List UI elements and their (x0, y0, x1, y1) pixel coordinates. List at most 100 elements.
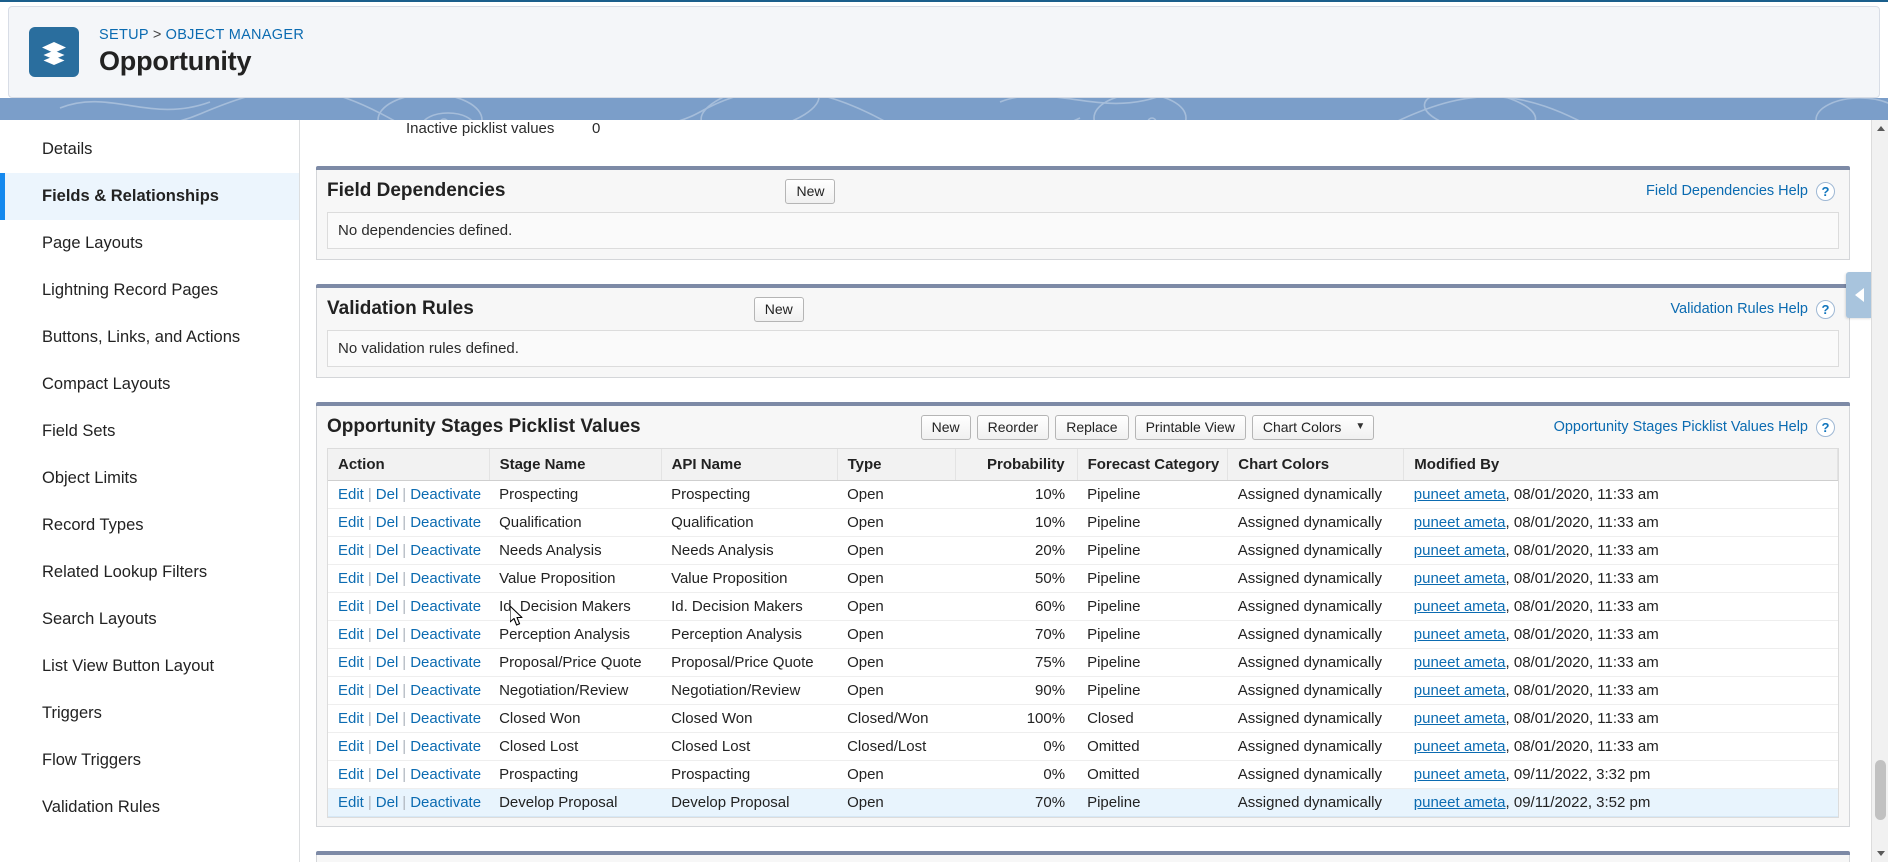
deactivate-link[interactable]: Deactivate (410, 766, 481, 783)
help-icon[interactable]: ? (1816, 417, 1835, 437)
del-link[interactable]: Del (376, 514, 399, 531)
scroll-down-button[interactable] (1872, 845, 1888, 862)
modified-by-user-link[interactable]: puneet ameta (1414, 738, 1506, 755)
sidebar-item-triggers[interactable]: Triggers (0, 690, 299, 737)
modified-by-user-link[interactable]: puneet ameta (1414, 682, 1506, 699)
edit-link[interactable]: Edit (338, 542, 364, 559)
scrollbar-thumb[interactable] (1875, 760, 1886, 820)
field-dependencies-new-button[interactable]: New (785, 178, 836, 204)
validation-rules-new-button[interactable]: New (753, 296, 804, 322)
sidebar-item-related-lookup-filters[interactable]: Related Lookup Filters (0, 549, 299, 596)
sidebar-item-lightning-record-pages[interactable]: Lightning Record Pages (0, 267, 299, 314)
deactivate-link[interactable]: Deactivate (410, 486, 481, 503)
edit-link[interactable]: Edit (338, 486, 364, 503)
table-row[interactable]: Edit | Del | Deactivate Proposal/Price Quote P… (328, 648, 1838, 677)
table-row[interactable]: Edit | Del | Deactivate Value Proposition Valu… (328, 564, 1838, 593)
help-icon[interactable]: ? (1816, 181, 1835, 201)
sidebar-item-field-sets[interactable]: Field Sets (0, 408, 299, 455)
validation-rules-help-link[interactable]: Validation Rules Help (1670, 301, 1808, 317)
modified-by-user-link[interactable]: puneet ameta (1414, 654, 1506, 671)
cell-api-name: Prospecting (661, 480, 838, 509)
sidebar-item-page-layouts[interactable]: Page Layouts (0, 220, 299, 267)
deactivate-link[interactable]: Deactivate (410, 794, 481, 811)
collapse-panel-tab[interactable] (1846, 272, 1872, 318)
deactivate-link[interactable]: Deactivate (410, 682, 481, 699)
edit-link[interactable]: Edit (338, 598, 364, 615)
del-link[interactable]: Del (376, 738, 399, 755)
table-row[interactable]: Edit | Del | Deactivate Closed Won Closed Won C… (328, 704, 1838, 733)
edit-link[interactable]: Edit (338, 514, 364, 531)
picklist-new-button[interactable]: New (920, 414, 971, 440)
table-row[interactable]: Edit | Del | Deactivate Id. Decision Makers Id… (328, 592, 1838, 621)
del-link[interactable]: Del (376, 766, 399, 783)
vertical-scrollbar[interactable] (1871, 120, 1888, 862)
sidebar-item-compact-layouts[interactable]: Compact Layouts (0, 361, 299, 408)
modified-by-user-link[interactable]: puneet ameta (1414, 766, 1506, 783)
modified-by-user-link[interactable]: puneet ameta (1414, 486, 1506, 503)
del-link[interactable]: Del (376, 794, 399, 811)
edit-link[interactable]: Edit (338, 738, 364, 755)
edit-link[interactable]: Edit (338, 654, 364, 671)
modified-by-user-link[interactable]: puneet ameta (1414, 570, 1506, 587)
del-link[interactable]: Del (376, 626, 399, 643)
table-row[interactable]: Edit | Del | Deactivate Prospacting Prospactin… (328, 760, 1838, 789)
sidebar-item-record-types[interactable]: Record Types (0, 502, 299, 549)
cell-api-name: Id. Decision Makers (661, 592, 838, 621)
edit-link[interactable]: Edit (338, 570, 364, 587)
del-link[interactable]: Del (376, 654, 399, 671)
deactivate-link[interactable]: Deactivate (410, 542, 481, 559)
breadcrumb-object-manager-link[interactable]: OBJECT MANAGER (166, 27, 304, 43)
deactivate-link[interactable]: Deactivate (410, 598, 481, 615)
del-link[interactable]: Del (376, 710, 399, 727)
sidebar-item-search-layouts[interactable]: Search Layouts (0, 596, 299, 643)
table-row[interactable]: Edit | Del | Deactivate Prospecting Prospectin… (328, 480, 1838, 509)
cell-probability: 70% (955, 788, 1078, 817)
table-row[interactable]: Edit | Del | Deactivate Qualification Qualific… (328, 508, 1838, 537)
deactivate-link[interactable]: Deactivate (410, 570, 481, 587)
modified-by-user-link[interactable]: puneet ameta (1414, 514, 1506, 531)
del-link[interactable]: Del (376, 542, 399, 559)
picklist-reorder-button[interactable]: Reorder (976, 414, 1050, 440)
picklist-printable-view-button[interactable]: Printable View (1134, 414, 1246, 440)
table-row[interactable]: Edit | Del | Deactivate Develop Proposal Devel… (328, 788, 1838, 817)
edit-link[interactable]: Edit (338, 626, 364, 643)
sidebar-item-fields-and-relationships[interactable]: Fields & Relationships (0, 173, 299, 220)
chart-colors-dropdown[interactable]: Chart Colors ▼ (1251, 414, 1375, 440)
del-link[interactable]: Del (376, 486, 399, 503)
sidebar-item-validation-rules[interactable]: Validation Rules (0, 784, 299, 831)
del-link[interactable]: Del (376, 598, 399, 615)
modified-by-user-link[interactable]: puneet ameta (1414, 710, 1506, 727)
modified-by-user-link[interactable]: puneet ameta (1414, 626, 1506, 643)
cell-probability: 10% (955, 508, 1078, 537)
table-row[interactable]: Edit | Del | Deactivate Needs Analysis Needs A… (328, 536, 1838, 565)
del-link[interactable]: Del (376, 682, 399, 699)
deactivate-link[interactable]: Deactivate (410, 654, 481, 671)
breadcrumb-setup-link[interactable]: SETUP (99, 27, 149, 43)
sidebar-item-buttons-links-and-actions[interactable]: Buttons, Links, and Actions (0, 314, 299, 361)
deactivate-link[interactable]: Deactivate (410, 626, 481, 643)
sidebar-item-flow-triggers[interactable]: Flow Triggers (0, 737, 299, 784)
edit-link[interactable]: Edit (338, 710, 364, 727)
modified-by-user-link[interactable]: puneet ameta (1414, 794, 1506, 811)
edit-link[interactable]: Edit (338, 794, 364, 811)
edit-link[interactable]: Edit (338, 766, 364, 783)
sidebar-item-object-limits[interactable]: Object Limits (0, 455, 299, 502)
modified-by-user-link[interactable]: puneet ameta (1414, 542, 1506, 559)
field-dependencies-help-link[interactable]: Field Dependencies Help (1646, 183, 1808, 199)
edit-link[interactable]: Edit (338, 682, 364, 699)
object-manager-sidebar[interactable]: Details Fields & Relationships Page Layo… (0, 120, 300, 862)
modified-by-user-link[interactable]: puneet ameta (1414, 598, 1506, 615)
deactivate-link[interactable]: Deactivate (410, 710, 481, 727)
table-row[interactable]: Edit | Del | Deactivate Negotiation/Review Neg… (328, 676, 1838, 705)
table-row[interactable]: Edit | Del | Deactivate Closed Lost Closed Los… (328, 732, 1838, 761)
del-link[interactable]: Del (376, 570, 399, 587)
table-row[interactable]: Edit | Del | Deactivate Perception Analysis Pe… (328, 620, 1838, 649)
sidebar-item-details[interactable]: Details (0, 126, 299, 173)
deactivate-link[interactable]: Deactivate (410, 738, 481, 755)
sidebar-item-list-view-button-layout[interactable]: List View Button Layout (0, 643, 299, 690)
help-icon[interactable]: ? (1816, 299, 1835, 319)
deactivate-link[interactable]: Deactivate (410, 514, 481, 531)
picklist-replace-button[interactable]: Replace (1055, 414, 1129, 440)
scroll-up-button[interactable] (1872, 120, 1888, 137)
picklist-help-link[interactable]: Opportunity Stages Picklist Values Help (1554, 419, 1808, 435)
